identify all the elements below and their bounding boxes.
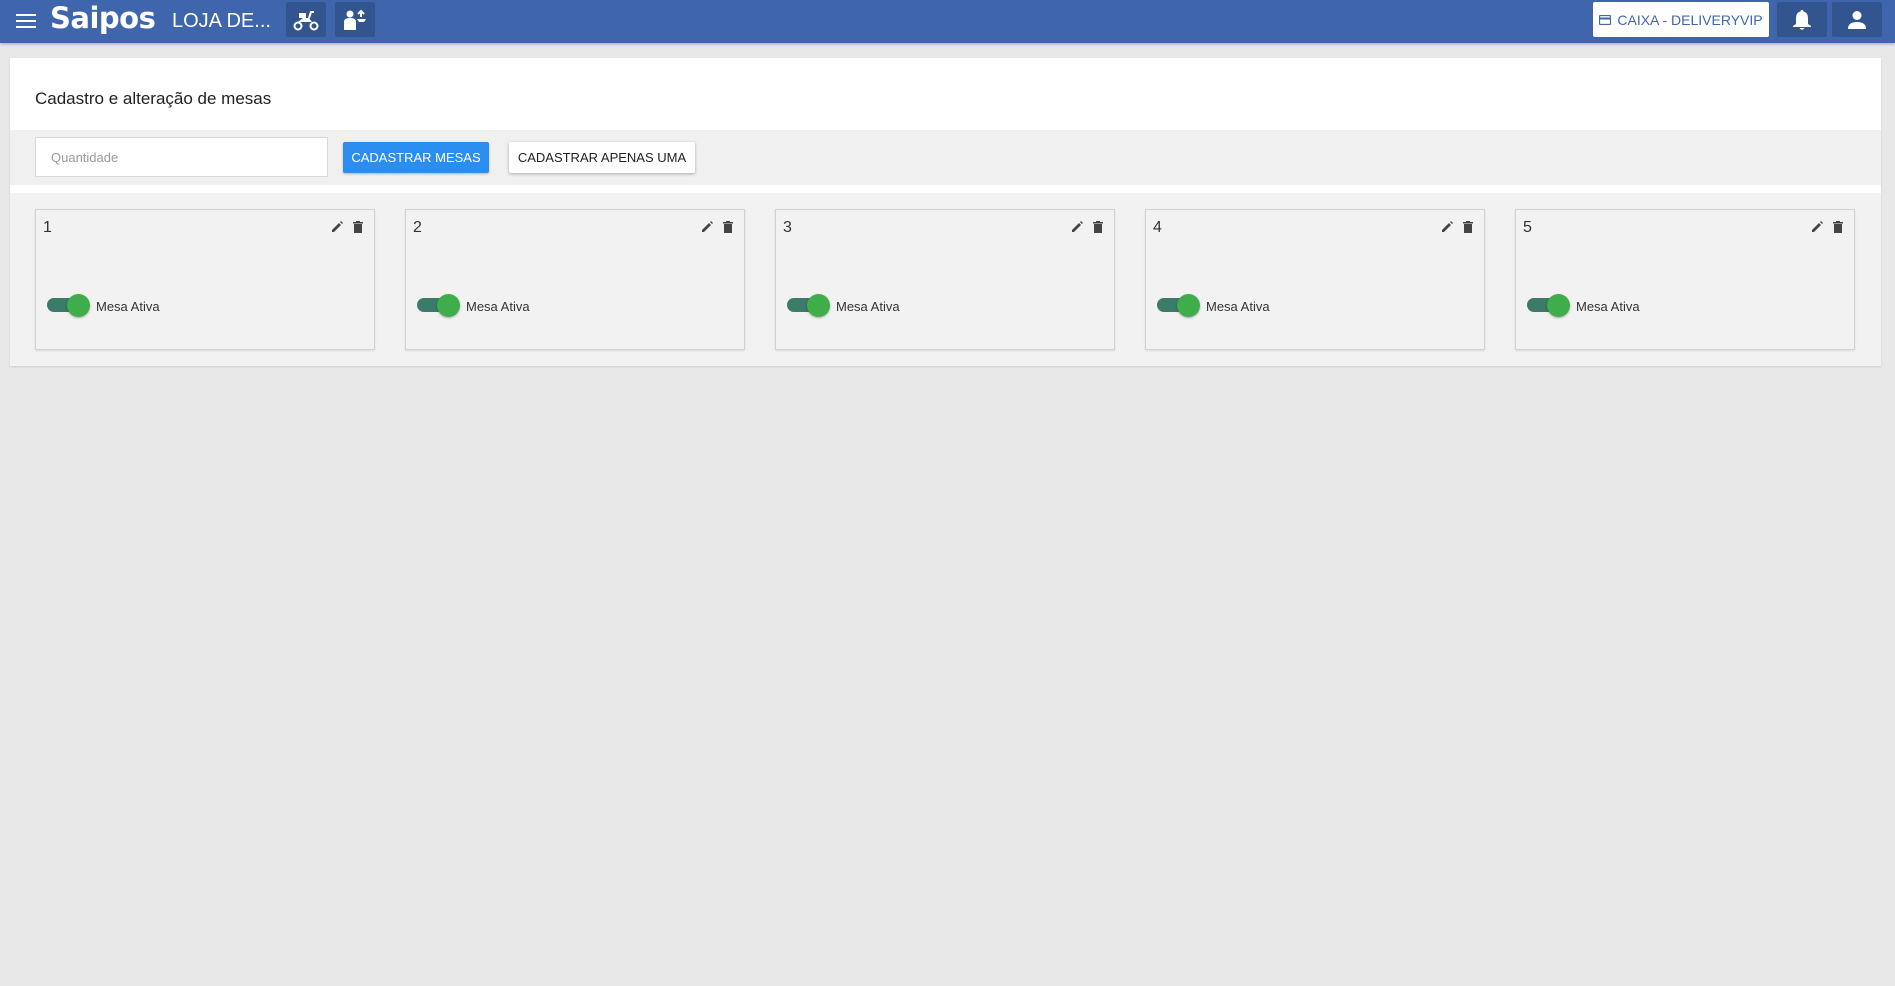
panel-header: Cadastro e alteração de mesas bbox=[10, 58, 1881, 130]
caixa-label: CAIXA - DELIVERYVIP bbox=[1617, 11, 1763, 28]
delivery-button[interactable] bbox=[286, 2, 326, 37]
card-icon bbox=[1599, 14, 1612, 25]
page-title: Cadastro e alteração de mesas bbox=[35, 89, 272, 108]
table-active-toggle[interactable] bbox=[787, 294, 830, 317]
bell-icon bbox=[1793, 9, 1811, 30]
table-card: 4 Mesa Ativa bbox=[1145, 209, 1485, 350]
delivery-motorbike-icon bbox=[293, 10, 319, 30]
pencil-icon[interactable] bbox=[330, 220, 344, 234]
table-card: 5 Mesa Ativa bbox=[1515, 209, 1855, 350]
register-tables-button[interactable]: CADASTRAR MESAS bbox=[343, 142, 489, 173]
trash-icon[interactable] bbox=[351, 220, 365, 234]
waiter-icon bbox=[344, 9, 366, 30]
toggle-label: Mesa Ativa bbox=[466, 299, 530, 314]
table-number: 3 bbox=[783, 219, 792, 236]
pencil-icon[interactable] bbox=[700, 220, 714, 234]
user-button[interactable] bbox=[1832, 2, 1882, 37]
toggle-label: Mesa Ativa bbox=[96, 299, 160, 314]
table-number: 4 bbox=[1153, 219, 1162, 236]
table-card: 2 Mesa Ativa bbox=[405, 209, 745, 350]
tables-panel: Cadastro e alteração de mesas CADASTRAR … bbox=[10, 58, 1881, 366]
table-number: 1 bbox=[43, 219, 52, 236]
trash-icon[interactable] bbox=[1831, 220, 1845, 234]
registration-toolbar: CADASTRAR MESAS CADASTRAR APENAS UMA bbox=[10, 130, 1881, 185]
person-icon bbox=[1848, 10, 1866, 29]
saipos-logo[interactable]: Saipos bbox=[50, 1, 156, 35]
divider bbox=[10, 185, 1881, 193]
table-active-toggle[interactable] bbox=[1157, 294, 1200, 317]
table-active-toggle[interactable] bbox=[47, 294, 90, 317]
table-number: 2 bbox=[413, 219, 422, 236]
notifications-button[interactable] bbox=[1777, 2, 1827, 37]
toggle-label: Mesa Ativa bbox=[836, 299, 900, 314]
menu-icon[interactable] bbox=[14, 10, 38, 32]
trash-icon[interactable] bbox=[1091, 220, 1105, 234]
pencil-icon[interactable] bbox=[1070, 220, 1084, 234]
register-one-button[interactable]: CADASTRAR APENAS UMA bbox=[509, 142, 695, 173]
table-active-toggle[interactable] bbox=[1527, 294, 1570, 317]
waiter-button[interactable] bbox=[335, 2, 375, 37]
trash-icon[interactable] bbox=[1461, 220, 1475, 234]
toggle-label: Mesa Ativa bbox=[1206, 299, 1270, 314]
table-number: 5 bbox=[1523, 219, 1532, 236]
store-name: LOJA DE... bbox=[172, 10, 271, 32]
table-card: 1 Mesa Ativa bbox=[35, 209, 375, 350]
table-card: 3 Mesa Ativa bbox=[775, 209, 1115, 350]
pencil-icon[interactable] bbox=[1440, 220, 1454, 234]
toggle-label: Mesa Ativa bbox=[1576, 299, 1640, 314]
table-active-toggle[interactable] bbox=[417, 294, 460, 317]
trash-icon[interactable] bbox=[721, 220, 735, 234]
caixa-button[interactable]: CAIXA - DELIVERYVIP bbox=[1593, 2, 1769, 37]
quantity-input[interactable] bbox=[35, 137, 328, 177]
top-app-bar: Saipos LOJA DE... CAIXA - DELIVERYVIP bbox=[0, 0, 1895, 43]
pencil-icon[interactable] bbox=[1810, 220, 1824, 234]
